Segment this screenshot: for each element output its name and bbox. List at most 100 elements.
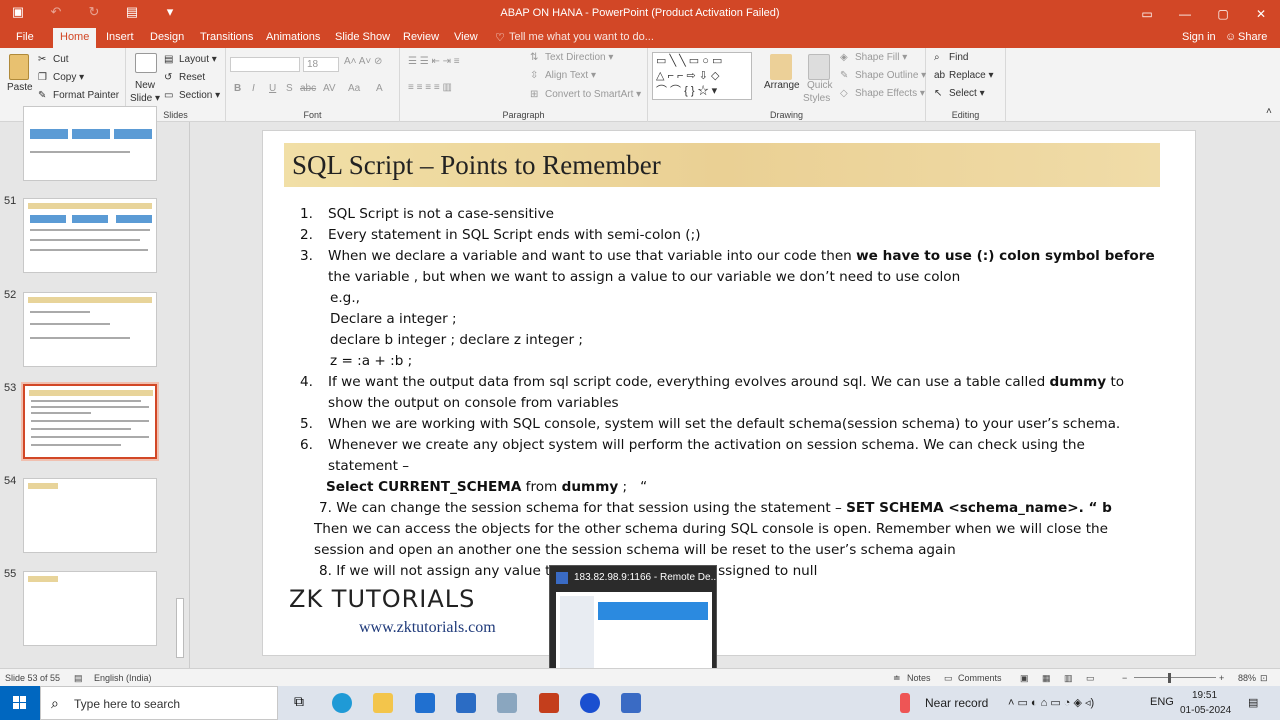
zoom-slider[interactable] <box>1134 677 1216 678</box>
strikethrough-button[interactable]: abc <box>300 83 316 94</box>
copy-button[interactable]: ❐ Copy ▾ <box>38 72 84 83</box>
zoom-level[interactable]: 88% <box>1238 673 1256 683</box>
tray-icons[interactable]: ˄ ▭ ◐ ⌂ ▭ ◔ ◈ ◃) <box>1008 696 1094 709</box>
tell-me-box[interactable]: Tell me what you want to do... <box>509 31 654 43</box>
shapes-gallery[interactable]: ▭ ╲ ╲ ▭ ○ ▭ △ ⌐ ⌐ ⇨ ⇩ ◇ ⌒ ⌒ { } ☆ ▾ <box>652 52 752 100</box>
slide-body[interactable]: 1. SQL Script is not a case-sensitive 2. Ev… <box>263 131 1197 657</box>
comments-icon[interactable]: ▭ <box>944 673 953 684</box>
clock-time[interactable]: 19:51 <box>1192 690 1217 701</box>
quick-styles-button-2[interactable]: Styles <box>803 93 830 104</box>
tab-home[interactable]: Home <box>53 28 97 48</box>
char-spacing-button[interactable]: AV <box>323 83 336 94</box>
thumbnail-scrollbar[interactable] <box>175 128 185 662</box>
new-slide-button-2[interactable]: Slide ▾ <box>130 93 160 104</box>
format-painter-button[interactable]: ✎ Format Painter <box>38 90 119 101</box>
slide-canvas[interactable]: SQL Script – Points to Remember 1. SQL Sc… <box>262 130 1196 656</box>
sign-in-link[interactable]: Sign in <box>1182 31 1216 43</box>
shape-outline-button[interactable]: ✎ Shape Outline ▾ <box>840 70 926 81</box>
collapse-ribbon-icon[interactable]: ˄ <box>1266 106 1272 117</box>
clock-date[interactable]: 01-05-2024 <box>1180 705 1231 716</box>
shadow-button[interactable]: S <box>286 83 293 94</box>
slideshow-icon[interactable]: ▭ <box>1086 673 1095 684</box>
font-name-box[interactable] <box>230 57 300 72</box>
layout-button[interactable]: ▤ Layout ▾ <box>164 54 217 65</box>
font-color-button[interactable]: A <box>376 83 383 94</box>
italic-button[interactable]: I <box>252 83 255 94</box>
underline-button[interactable]: U <box>269 83 276 94</box>
share-button[interactable]: Share <box>1238 31 1267 43</box>
share-icon[interactable]: ☺ <box>1225 31 1236 43</box>
reading-view-icon[interactable]: ▥ <box>1064 673 1073 684</box>
remote-desktop-taskbar-icon[interactable] <box>621 693 641 713</box>
slide-thumbnail[interactable] <box>23 198 157 273</box>
cut-button[interactable]: ✂ Cut <box>38 54 69 65</box>
tab-animations[interactable]: Animations <box>266 31 320 43</box>
arrange-icon[interactable] <box>770 54 792 80</box>
new-slide-button-1[interactable]: New <box>135 80 155 91</box>
slide-thumbnail[interactable] <box>23 106 157 181</box>
mail-icon[interactable] <box>456 693 476 713</box>
notifications-icon[interactable]: ▤ <box>1248 696 1258 709</box>
preview-thumbnail[interactable] <box>556 592 712 678</box>
tab-slide-show[interactable]: Slide Show <box>335 31 390 43</box>
file-explorer-icon[interactable] <box>373 693 393 713</box>
tab-design[interactable]: Design <box>150 31 184 43</box>
edge-icon[interactable] <box>332 693 352 713</box>
zoom-slider-thumb[interactable] <box>1168 673 1171 683</box>
slide-sorter-icon[interactable]: ▦ <box>1042 673 1051 684</box>
tab-transitions[interactable]: Transitions <box>200 31 253 43</box>
app-icon[interactable] <box>497 693 517 713</box>
slide-thumbnail[interactable] <box>23 571 157 646</box>
close-button[interactable]: ✕ <box>1242 0 1280 28</box>
input-language[interactable]: ENG <box>1150 696 1174 708</box>
taskbar-search[interactable]: ⌕ Type here to search <box>40 686 278 720</box>
weather-label[interactable]: Near record <box>925 696 988 710</box>
slide-thumbnail[interactable] <box>23 292 157 367</box>
slide-thumbnail-selected[interactable] <box>21 382 159 461</box>
tab-view[interactable]: View <box>454 31 478 43</box>
select-button[interactable]: ↖ Select ▾ <box>934 88 985 99</box>
font-size-box[interactable]: 18 <box>303 57 339 72</box>
proofing-icon[interactable]: ▤ <box>74 673 83 684</box>
powerpoint-icon[interactable] <box>539 693 559 713</box>
grow-font-icon[interactable]: A˄ A˅ ⊘ <box>344 56 382 67</box>
store-icon[interactable] <box>415 693 435 713</box>
notes-icon[interactable]: ≐ <box>893 673 901 684</box>
convert-smartart-button[interactable]: ⊞ Convert to SmartArt ▾ <box>530 89 641 100</box>
replace-button[interactable]: ab Replace ▾ <box>934 70 994 81</box>
align-text-button[interactable]: ⇳ Align Text ▾ <box>530 70 596 81</box>
task-view-icon[interactable]: ⧉ <box>289 693 309 713</box>
shape-fill-button[interactable]: ◈ Shape Fill ▾ <box>840 52 907 63</box>
arrange-button[interactable]: Arrange <box>764 80 800 91</box>
tab-insert[interactable]: Insert <box>106 31 134 43</box>
comments-button[interactable]: Comments <box>958 673 1002 683</box>
notes-button[interactable]: Notes <box>907 673 931 683</box>
paste-button[interactable]: Paste <box>7 82 33 93</box>
new-slide-icon[interactable] <box>135 53 157 73</box>
text-direction-button[interactable]: ⇅ Text Direction ▾ <box>530 52 613 63</box>
editor-scrollbar[interactable] <box>1268 122 1280 668</box>
shape-effects-button[interactable]: ◇ Shape Effects ▾ <box>840 88 925 99</box>
quick-styles-button-1[interactable]: Quick <box>807 80 833 91</box>
remote-desktop-preview[interactable]: 183.82.98.9:1166 - Remote De... <box>549 565 719 683</box>
bullets-icon[interactable]: ☰ ☰ ⇤ ⇥ ≡ <box>408 56 460 67</box>
fit-slide-icon[interactable]: ⊡ <box>1260 673 1268 684</box>
tab-file[interactable]: File <box>16 31 34 43</box>
quick-styles-icon[interactable] <box>808 54 830 80</box>
slide-thumbnail[interactable] <box>23 478 157 553</box>
ribbon-display-icon[interactable]: ▭ <box>1128 0 1166 28</box>
zoom-in-button[interactable]: + <box>1219 673 1224 683</box>
scroll-thumb[interactable] <box>176 598 184 658</box>
minimize-button[interactable]: — <box>1166 0 1204 28</box>
tab-review[interactable]: Review <box>403 31 439 43</box>
normal-view-icon[interactable]: ▣ <box>1020 673 1029 684</box>
zoom-app-icon[interactable] <box>580 693 600 713</box>
align-icons[interactable]: ≡ ≡ ≡ ≡ ▥ <box>408 82 452 93</box>
start-button[interactable] <box>0 686 40 720</box>
find-button[interactable]: ⌕ Find <box>934 52 968 63</box>
language-label[interactable]: English (India) <box>94 673 152 683</box>
reset-button[interactable]: ↺ Reset <box>164 72 205 83</box>
maximize-button[interactable]: ▢ <box>1204 0 1242 28</box>
zoom-out-button[interactable]: − <box>1122 673 1127 683</box>
bold-button[interactable]: B <box>234 83 241 94</box>
